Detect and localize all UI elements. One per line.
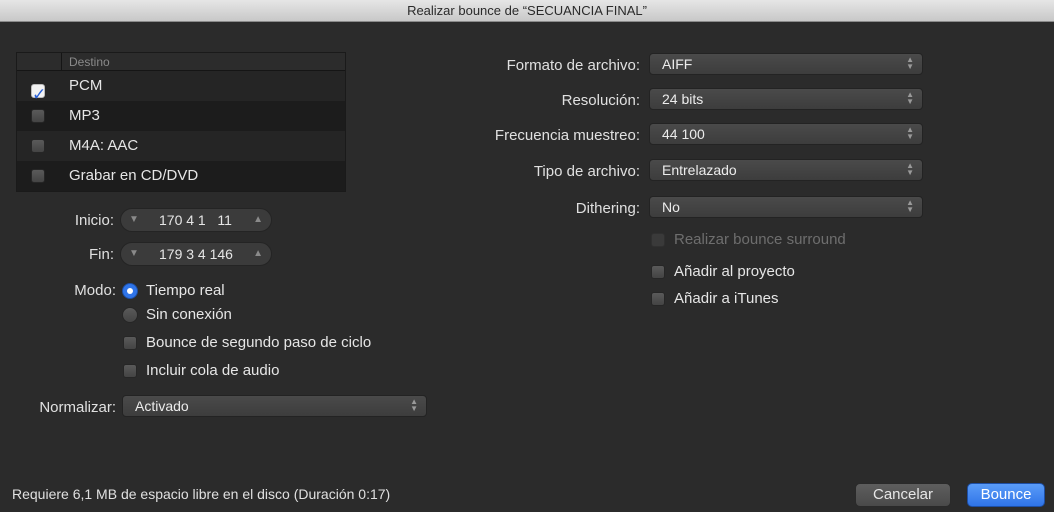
destination-item-pcm[interactable]: PCM bbox=[17, 71, 345, 110]
destination-item-label: Grabar en CD/DVD bbox=[69, 167, 199, 184]
resolution-popup[interactable]: 24 bits ▲ ▼ bbox=[649, 88, 923, 110]
surround-checkbox bbox=[651, 233, 665, 247]
audio-tail-label[interactable]: Incluir cola de audio bbox=[146, 362, 279, 379]
file-format-popup[interactable]: AIFF ▲ ▼ bbox=[649, 53, 923, 75]
sample-rate-label: Frecuencia muestreo: bbox=[494, 127, 640, 144]
bounce-button[interactable]: Bounce bbox=[967, 483, 1045, 507]
dithering-label: Dithering: bbox=[575, 200, 640, 217]
destination-item-label: MP3 bbox=[69, 107, 100, 124]
sample-rate-value: 44 100 bbox=[662, 126, 705, 142]
normalize-value: Activado bbox=[135, 398, 189, 414]
chevron-updown-icon: ▲ ▼ bbox=[906, 90, 914, 106]
window-title: Realizar bounce de “SECUANCIA FINAL” bbox=[0, 0, 1054, 22]
start-field[interactable]: ▼ 170 4 1 11 ▲ bbox=[120, 208, 272, 232]
resolution-value: 24 bits bbox=[662, 91, 704, 107]
file-type-popup[interactable]: Entrelazado ▲ ▼ bbox=[649, 159, 923, 181]
cancel-button[interactable]: Cancelar bbox=[855, 483, 951, 507]
pcm-checkbox[interactable] bbox=[31, 80, 46, 110]
add-project-label[interactable]: Añadir al proyecto bbox=[674, 263, 795, 280]
mp3-checkbox[interactable] bbox=[31, 109, 45, 123]
destination-item-label: M4A: AAC bbox=[69, 137, 139, 154]
surround-label: Realizar bounce surround bbox=[674, 231, 846, 248]
m4a-checkbox[interactable] bbox=[31, 139, 45, 153]
second-cycle-label[interactable]: Bounce de segundo paso de ciclo bbox=[146, 334, 371, 351]
increment-icon[interactable]: ▲ bbox=[253, 243, 263, 265]
file-type-value: Entrelazado bbox=[662, 162, 737, 178]
file-format-value: AIFF bbox=[662, 56, 693, 72]
destination-table: Destino PCM MP3 M4A: AAC Grabar en CD/DV… bbox=[16, 52, 346, 192]
start-value[interactable]: 170 4 1 11 bbox=[159, 209, 232, 231]
increment-icon[interactable]: ▲ bbox=[253, 209, 263, 231]
chevron-updown-icon: ▲ ▼ bbox=[906, 198, 914, 214]
decrement-icon[interactable]: ▼ bbox=[129, 243, 139, 265]
realtime-radio[interactable] bbox=[122, 283, 138, 299]
add-itunes-checkbox[interactable] bbox=[651, 292, 665, 306]
dithering-value: No bbox=[662, 199, 680, 215]
file-format-label: Formato de archivo: bbox=[506, 57, 640, 74]
decrement-icon[interactable]: ▼ bbox=[129, 209, 139, 231]
destination-header: Destino bbox=[17, 53, 345, 71]
end-value[interactable]: 179 3 4 146 bbox=[159, 243, 233, 265]
end-label: Fin: bbox=[88, 246, 114, 263]
destination-item-m4a[interactable]: M4A: AAC bbox=[17, 131, 345, 161]
disk-space-info: Requiere 6,1 MB de espacio libre en el d… bbox=[12, 486, 391, 502]
resolution-label: Resolución: bbox=[561, 92, 640, 109]
realtime-label[interactable]: Tiempo real bbox=[146, 282, 225, 299]
destination-item-cd-dvd[interactable]: Grabar en CD/DVD bbox=[17, 161, 345, 191]
end-field[interactable]: ▼ 179 3 4 146 ▲ bbox=[120, 242, 272, 266]
normalize-popup[interactable]: Activado ▲ ▼ bbox=[122, 395, 427, 417]
second-cycle-checkbox[interactable] bbox=[123, 336, 137, 350]
normalize-label: Normalizar: bbox=[39, 399, 116, 416]
file-type-label: Tipo de archivo: bbox=[533, 163, 640, 180]
destination-item-mp3[interactable]: MP3 bbox=[17, 101, 345, 131]
chevron-updown-icon: ▲ ▼ bbox=[906, 161, 914, 177]
offline-label[interactable]: Sin conexión bbox=[146, 306, 232, 323]
chevron-updown-icon: ▲ ▼ bbox=[906, 125, 914, 141]
destination-header-label: Destino bbox=[69, 55, 110, 69]
destination-item-label: PCM bbox=[69, 77, 103, 94]
add-project-checkbox[interactable] bbox=[651, 265, 665, 279]
sample-rate-popup[interactable]: 44 100 ▲ ▼ bbox=[649, 123, 923, 145]
chevron-updown-icon: ▲ ▼ bbox=[906, 55, 914, 71]
start-label: Inicio: bbox=[74, 212, 114, 229]
audio-tail-checkbox[interactable] bbox=[123, 364, 137, 378]
add-itunes-label[interactable]: Añadir a iTunes bbox=[674, 290, 779, 307]
mode-label: Modo: bbox=[74, 282, 116, 299]
dithering-popup[interactable]: No ▲ ▼ bbox=[649, 196, 923, 218]
offline-radio[interactable] bbox=[122, 307, 138, 323]
chevron-updown-icon: ▲ ▼ bbox=[410, 397, 418, 413]
cd-dvd-checkbox[interactable] bbox=[31, 169, 45, 183]
